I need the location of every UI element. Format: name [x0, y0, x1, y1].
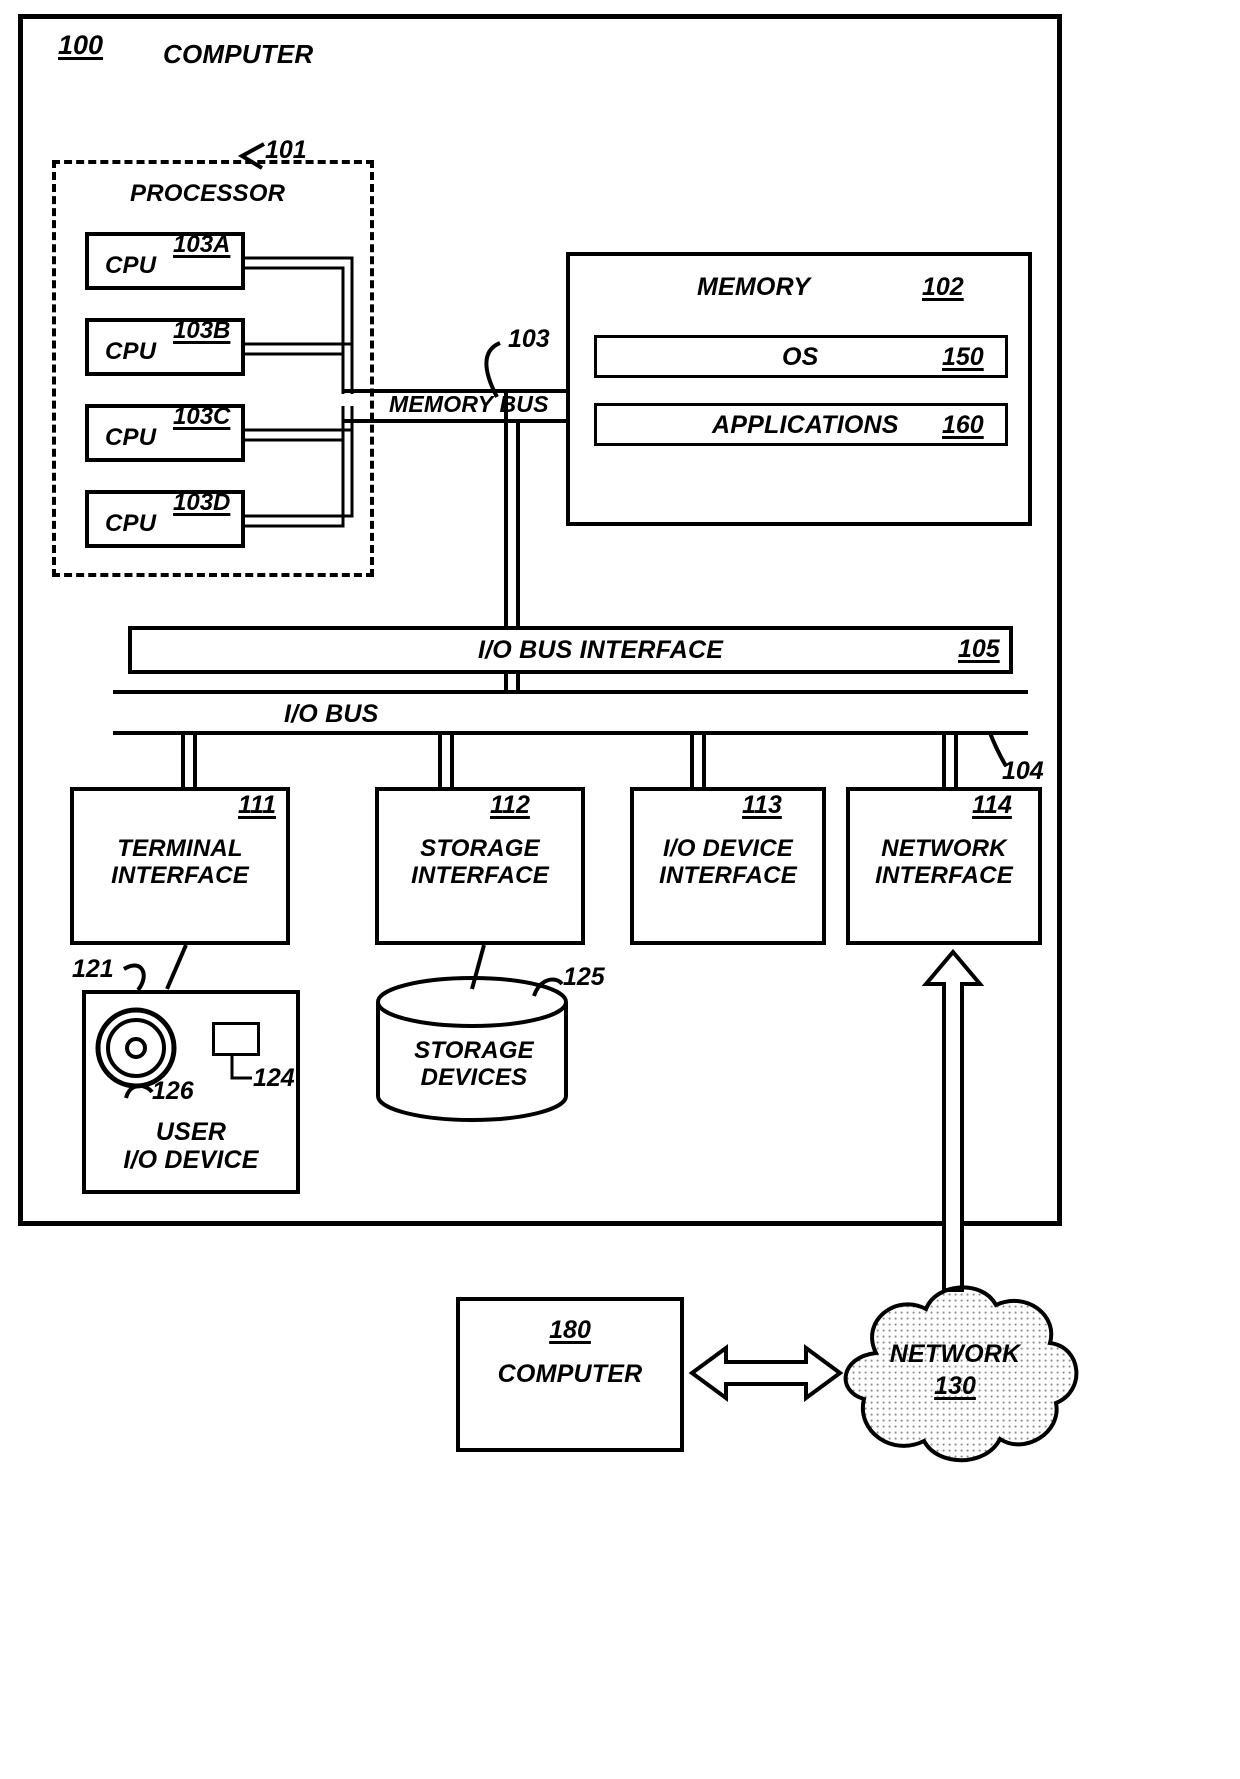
figure-canvas: 100 COMPUTER 101 PROCESSOR CPU 103A CPU …	[0, 0, 1240, 1779]
network-computer-arrow	[688, 1344, 844, 1402]
